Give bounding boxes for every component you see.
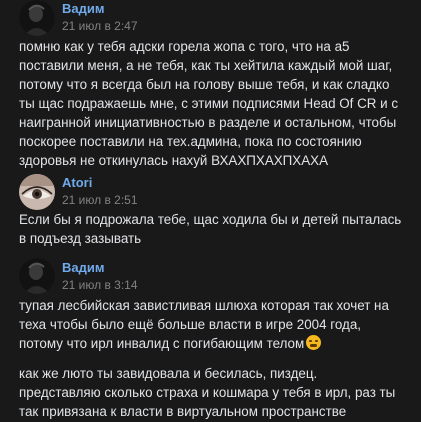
avatar-vadim[interactable] [19, 258, 55, 294]
message-time[interactable]: 21 июл в 3:14 [62, 278, 138, 292]
text-line: Если бы я подрожала тебе, щас ходила бы … [19, 212, 402, 227]
text-line: наигранной инициативностью в разделе и о… [19, 115, 397, 130]
text-line-content: потому что ирл инвалид с погибающим тело… [19, 336, 305, 351]
text-line: представляю сколько страха и кошмара у т… [19, 385, 396, 400]
text-line: тупая лесбийская завистливая шлюха котор… [19, 298, 389, 313]
avatar-vadim[interactable] [19, 0, 55, 36]
text-line: поскорее поставили на тех.админа, пока п… [19, 134, 362, 149]
dark-portrait-avatar-icon [19, 0, 55, 36]
message-author[interactable]: Вадим [62, 260, 104, 275]
text-line: так привязана к власти в виртуальном про… [19, 404, 347, 419]
eye-closeup-avatar-icon [19, 174, 55, 210]
text-line: здоровья не откинулась нахуй ВХАХПХАХПХА… [19, 153, 329, 168]
text-line: теха чтобы было ещё больше власти в игре… [19, 317, 361, 332]
message-text: помню как у тебя адски горела жопа с тог… [19, 37, 414, 170]
message-text: Если бы я подрожала тебе, щас ходила бы … [19, 210, 414, 248]
grimacing-face-emoji-icon [306, 335, 322, 350]
text-line: потому что ирл инвалид с погибающим тело… [19, 334, 414, 353]
text-line: помню как у тебя адски горела жопа с тог… [19, 39, 350, 54]
message-time[interactable]: 21 июл в 2:47 [62, 19, 138, 33]
message-author[interactable]: Вадим [62, 1, 104, 16]
text-line: ты щас подражаешь мне, с этими подписями… [19, 96, 399, 111]
message-text: тупая лесбийская завистливая шлюха котор… [19, 296, 414, 353]
message-author[interactable]: Atori [62, 175, 92, 190]
text-line: поставили меня, а не тебя, как ты хейтил… [19, 58, 393, 73]
text-line: потому что я всегда был на голову выше т… [19, 77, 390, 92]
dark-portrait-avatar-icon [19, 258, 55, 294]
text-line: в подъезд зазывать [19, 231, 142, 246]
avatar-atori[interactable] [19, 174, 55, 210]
message-time[interactable]: 21 июл в 2:51 [62, 193, 138, 207]
text-line: как же люто ты завидовала и бесилась, пи… [19, 366, 318, 381]
message-text-continued: как же люто ты завидовала и бесилась, пи… [19, 364, 414, 421]
